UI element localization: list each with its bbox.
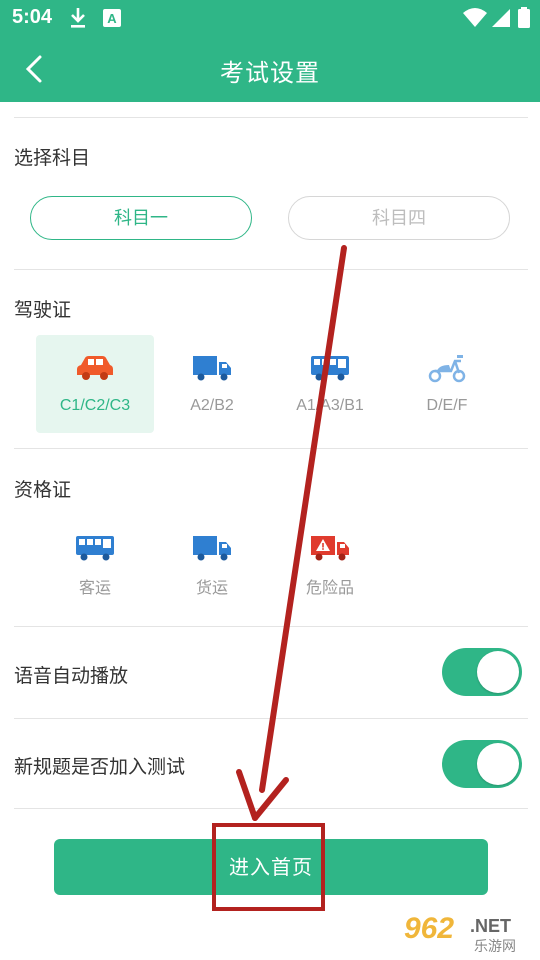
- battery-icon: [518, 7, 530, 28]
- license-label: D/E/F: [426, 397, 468, 414]
- new-rules-label: 新规题是否加入测试: [14, 756, 186, 778]
- license-option-c1c2c3[interactable]: C1/C2/C3: [36, 335, 154, 433]
- enter-home-button[interactable]: 进入首页: [54, 839, 488, 895]
- qualification-label: 客运: [78, 578, 111, 597]
- divider: [14, 448, 528, 449]
- app-bar: 考试设置: [0, 36, 540, 102]
- voice-autoplay-toggle[interactable]: [442, 648, 522, 696]
- new-rules-toggle[interactable]: [442, 740, 522, 788]
- svg-text:A: A: [107, 11, 117, 26]
- qualification-section-title: 资格证: [14, 479, 72, 501]
- bus-icon: [311, 356, 349, 381]
- license-option-a2b2[interactable]: A2/B2: [153, 335, 271, 433]
- download-icon: [71, 8, 85, 28]
- license-option-def[interactable]: D/E/F: [388, 335, 506, 433]
- license-label: A1/A3/B1: [296, 397, 364, 414]
- watermark-number: 962: [404, 912, 455, 945]
- toggle-knob: [477, 743, 519, 785]
- divider: [14, 626, 528, 627]
- qualification-label: 危险品: [305, 578, 354, 597]
- car-icon: [77, 356, 113, 380]
- watermark-subtitle: 乐游网: [474, 939, 516, 955]
- license-option-a1a3b1[interactable]: A1/A3/B1: [271, 335, 389, 433]
- license-section-title: 驾驶证: [14, 299, 72, 321]
- divider: [14, 808, 528, 809]
- divider: [14, 117, 528, 118]
- divider: [14, 269, 528, 270]
- qualification-option-passenger[interactable]: 客运: [36, 533, 154, 613]
- divider: [14, 718, 528, 719]
- signal-icon: [492, 9, 510, 27]
- qualification-option-hazardous[interactable]: 危险品: [271, 533, 389, 613]
- hazard-truck-icon: [311, 536, 349, 561]
- subject-section-title: 选择科目: [14, 147, 91, 169]
- subject-option-one[interactable]: 科目一: [30, 196, 252, 240]
- toggle-knob: [477, 651, 519, 693]
- license-label: A2/B2: [190, 397, 234, 414]
- status-bar: 5:04 A: [0, 0, 540, 36]
- wifi-icon: [463, 8, 487, 27]
- a-notification-icon: A: [103, 9, 121, 27]
- status-time: 5:04: [12, 6, 53, 28]
- watermark-logo: 962 .NET 乐游网: [400, 912, 536, 956]
- bus-icon: [76, 536, 114, 561]
- page-title: 考试设置: [220, 59, 320, 87]
- license-label: C1/C2/C3: [59, 397, 131, 414]
- subject-option-four[interactable]: 科目四: [288, 196, 510, 240]
- truck-icon: [193, 536, 231, 561]
- scooter-icon: [428, 355, 466, 383]
- qualification-option-freight[interactable]: 货运: [153, 533, 271, 613]
- voice-autoplay-label: 语音自动播放: [14, 665, 129, 687]
- watermark-suffix: .NET: [470, 916, 512, 936]
- truck-icon: [193, 356, 231, 381]
- qualification-label: 货运: [195, 578, 228, 597]
